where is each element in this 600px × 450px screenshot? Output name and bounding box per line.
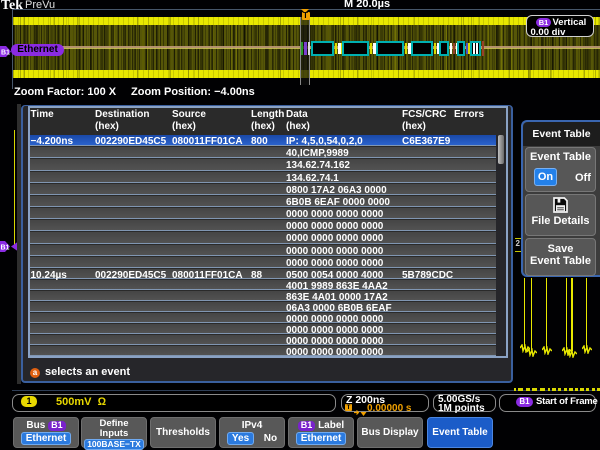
svg-text:B1: B1 [1, 245, 10, 252]
svg-text:B1: B1 [1, 50, 10, 57]
